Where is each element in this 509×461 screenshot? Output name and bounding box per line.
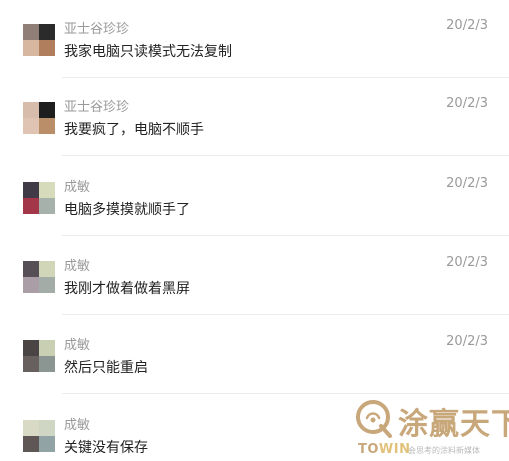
sender-name[interactable]: 亚士谷珍珍 [64,96,129,115]
avatar-tile [23,40,39,56]
message-item[interactable]: 亚士谷珍珍 20/2/3 我要疯了，电脑不顺手 [0,78,509,156]
avatar-tile [23,356,39,372]
message-date: 20/2/3 [446,255,488,270]
watermark-logo: 涂赢天下 TOWIN 会思考的涂料新媒体 [354,396,509,461]
avatar-tile [39,436,55,452]
brand-text: 涂赢天下 [398,407,509,442]
avatar-tile [23,436,39,452]
avatar-tile [23,277,39,293]
avatar[interactable] [23,340,55,372]
message-date: 20/2/3 [446,96,488,111]
avatar-tile [23,198,39,214]
message-date: 20/2/3 [446,18,488,33]
brand-latin-part: TO [358,442,379,457]
message-date: 20/2/3 [446,334,488,349]
avatar-tile [39,24,55,40]
avatar-tile [23,340,39,356]
message-text: 我要疯了，电脑不顺手 [64,122,204,138]
avatar-tile [23,182,39,198]
avatar-tile [39,277,55,293]
message-text: 然后只能重启 [64,360,148,376]
avatar-tile [23,420,39,436]
brand-latin: TOWIN [358,442,410,457]
avatar-tile [39,182,55,198]
avatar-tile [23,118,39,134]
message-item[interactable]: 成敏 20/2/3 然后只能重启 [0,316,509,394]
avatar-tile [23,24,39,40]
sender-name[interactable]: 成敏 [64,176,90,195]
message-item[interactable]: 成敏 20/2/3 我刚才做着做着黑屏 [0,237,509,315]
message-date: 20/2/3 [446,176,488,191]
avatar-tile [39,356,55,372]
brand-emblem-icon [356,400,392,438]
avatar[interactable] [23,420,55,452]
message-text: 我刚才做着做着黑屏 [64,281,190,297]
avatar-tile [39,102,55,118]
message-text: 关键没有保存 [64,440,148,456]
avatar[interactable] [23,24,55,56]
sender-name[interactable]: 成敏 [64,255,90,274]
avatar[interactable] [23,182,55,214]
message-item[interactable]: 成敏 20/2/3 电脑多摸摸就顺手了 [0,158,509,236]
avatar[interactable] [23,102,55,134]
sender-name[interactable]: 亚士谷珍珍 [64,18,129,37]
sender-name[interactable]: 成敏 [64,334,90,353]
message-item[interactable]: 亚士谷珍珍 20/2/3 我家电脑只读模式无法复制 [0,0,509,78]
brand-latin-part: WIN [378,442,411,457]
sender-name[interactable]: 成敏 [64,414,90,433]
avatar-tile [23,261,39,277]
avatar-tile [39,40,55,56]
avatar-tile [39,420,55,436]
message-text: 我家电脑只读模式无法复制 [64,44,232,60]
avatar-tile [39,198,55,214]
avatar-tile [39,340,55,356]
message-list: 亚士谷珍珍 20/2/3 我家电脑只读模式无法复制 亚士谷珍珍 20/2/3 我… [0,0,509,461]
avatar[interactable] [23,261,55,293]
avatar-tile [39,118,55,134]
message-text: 电脑多摸摸就顺手了 [64,202,190,218]
avatar-tile [23,102,39,118]
avatar-tile [39,261,55,277]
brand-tagline: 会思考的涂料新媒体 [408,446,480,455]
